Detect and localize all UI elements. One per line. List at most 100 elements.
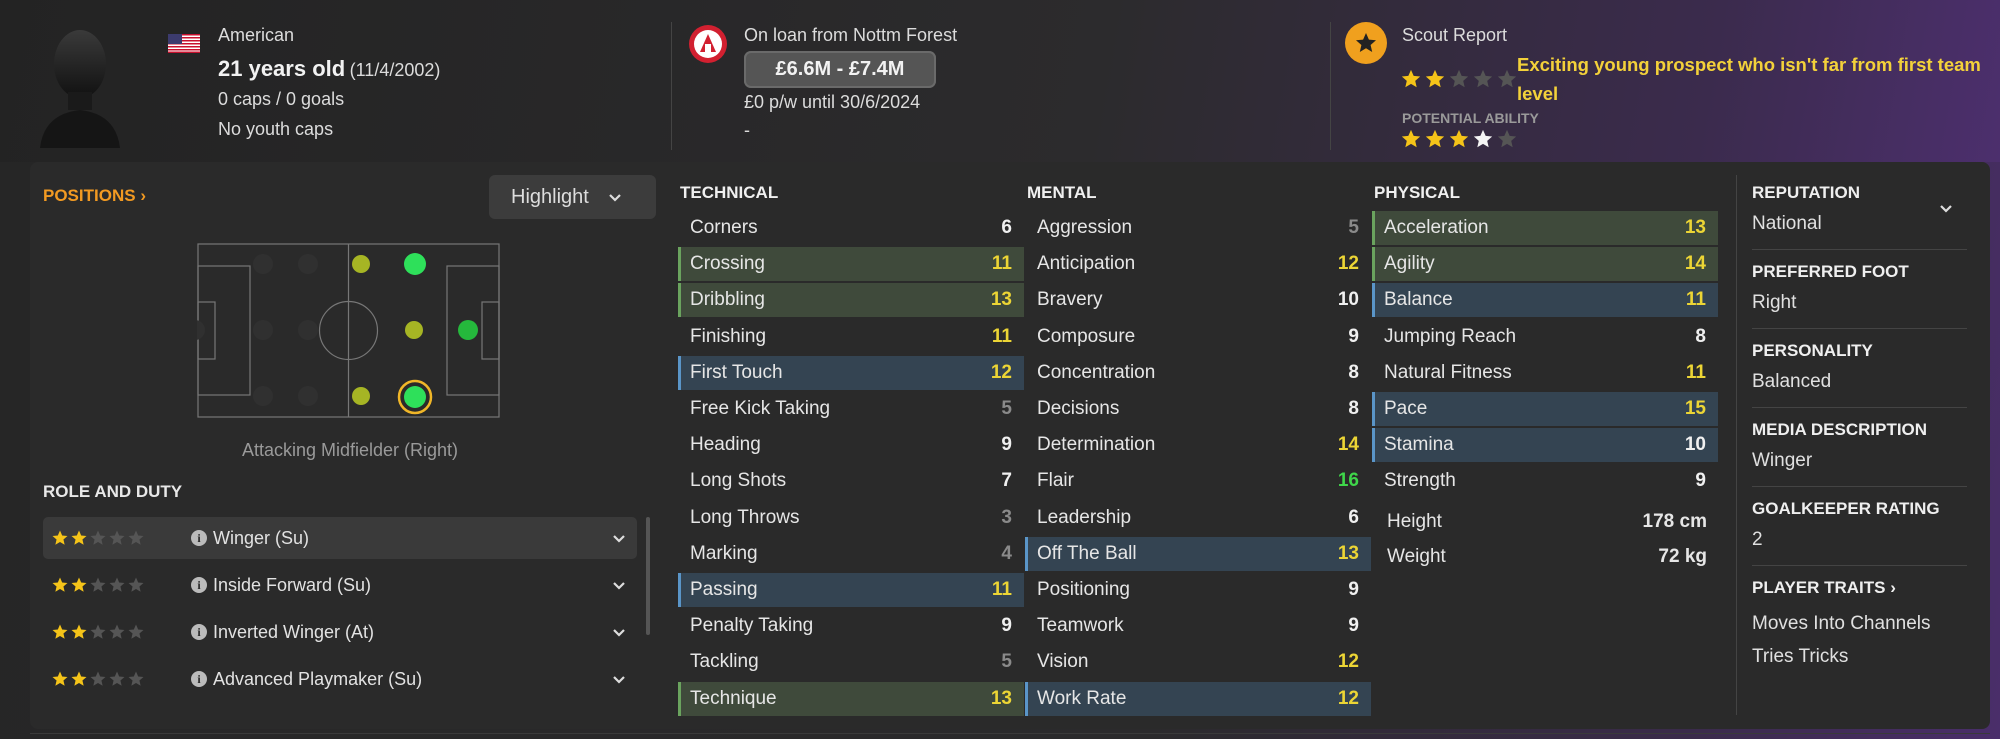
- attribute-row[interactable]: Flair 16: [1025, 464, 1371, 498]
- wage-contract: £0 p/w until 30/6/2024: [744, 92, 921, 112]
- attribute-row[interactable]: Natural Fitness 11: [1372, 356, 1718, 390]
- role-row[interactable]: i Inverted Winger (At): [43, 611, 637, 653]
- attribute-row[interactable]: Finishing 11: [678, 320, 1024, 354]
- attribute-row[interactable]: Marking 4: [678, 537, 1024, 571]
- attribute-name: Stamina: [1384, 434, 1454, 456]
- info-icon[interactable]: i: [191, 530, 207, 546]
- attribute-row[interactable]: Composure 9: [1025, 320, 1371, 354]
- attribute-row[interactable]: Positioning 9: [1025, 573, 1371, 607]
- attribute-row[interactable]: Off The Ball 13: [1025, 536, 1371, 571]
- role-name: Advanced Playmaker (Su): [213, 668, 423, 689]
- role-row[interactable]: i Winger (Su): [43, 517, 637, 559]
- highlight-dropdown[interactable]: Highlight: [489, 175, 656, 219]
- attribute-row[interactable]: Free Kick Taking 5: [678, 392, 1024, 426]
- attribute-row[interactable]: Long Shots 7: [678, 464, 1024, 498]
- scout-report-title[interactable]: Scout Report: [1402, 25, 1507, 46]
- attribute-row[interactable]: Dribbling 13: [678, 283, 1024, 318]
- attribute-value: 9: [1001, 615, 1012, 637]
- attribute-name: Dribbling: [690, 289, 765, 311]
- attribute-row[interactable]: Anticipation 12: [1025, 247, 1371, 281]
- attribute-row[interactable]: Agility 14: [1372, 247, 1718, 282]
- chevron-down-icon[interactable]: [1938, 200, 1954, 216]
- divider: [1752, 249, 1967, 250]
- weight-value: 72 kg: [1658, 546, 1707, 567]
- attribute-name: Vision: [1037, 651, 1089, 673]
- divider: [1752, 486, 1967, 487]
- attribute-row[interactable]: Tackling 5: [678, 645, 1024, 679]
- attribute-row[interactable]: Aggression 5: [1025, 211, 1371, 245]
- attribute-row[interactable]: Stamina 10: [1372, 428, 1718, 463]
- star-icon: [1401, 129, 1421, 148]
- attribute-row[interactable]: Pace 15: [1372, 392, 1718, 426]
- attribute-name: Long Shots: [690, 470, 787, 492]
- trait-item: Moves Into Channels: [1752, 613, 1931, 634]
- attribute-row[interactable]: Concentration 8: [1025, 356, 1371, 390]
- chevron-down-icon[interactable]: [611, 530, 627, 546]
- loan-status: On loan from Nottm Forest: [744, 25, 958, 45]
- attribute-value: 5: [1001, 651, 1012, 673]
- chevron-down-icon[interactable]: [611, 671, 627, 687]
- star-icon: [90, 577, 106, 592]
- attribute-name: Positioning: [1037, 579, 1130, 600]
- star-icon: [71, 530, 87, 545]
- star-icon: [52, 624, 68, 639]
- attribute-row[interactable]: Heading 9: [678, 428, 1024, 462]
- attribute-name: Strength: [1384, 470, 1456, 492]
- attribute-row[interactable]: Penalty Taking 9: [678, 609, 1024, 643]
- goalkeeper-rating-value: 2: [1752, 529, 1763, 550]
- role-scrollbar[interactable]: [646, 517, 650, 635]
- star-icon: [52, 671, 68, 686]
- divider: [1752, 565, 1967, 566]
- positions-link[interactable]: POSITIONS ›: [43, 186, 146, 206]
- attribute-name: Work Rate: [1037, 687, 1127, 709]
- attribute-row[interactable]: Passing 11: [678, 573, 1024, 607]
- attribute-value: 3: [1001, 506, 1012, 528]
- attribute-row[interactable]: Long Throws 3: [678, 501, 1024, 535]
- attribute-row[interactable]: Vision 12: [1025, 645, 1371, 679]
- attribute-row[interactable]: Leadership 6: [1025, 501, 1371, 535]
- attribute-name: Marking: [690, 542, 758, 564]
- star-icon: [1497, 69, 1517, 88]
- chevron-down-icon[interactable]: [611, 577, 627, 593]
- role-row[interactable]: i Advanced Playmaker (Su): [43, 658, 637, 700]
- star-icon: [90, 624, 106, 639]
- chevron-down-icon[interactable]: [611, 624, 627, 640]
- attribute-row[interactable]: Acceleration 13: [1372, 211, 1718, 245]
- potential-ability-stars: [1400, 128, 1518, 150]
- sidebar-divider: [1736, 175, 1737, 715]
- attribute-value: 13: [1684, 217, 1706, 238]
- attribute-row[interactable]: First Touch 12: [678, 355, 1024, 390]
- star-icon: [1473, 69, 1493, 88]
- attribute-name: Natural Fitness: [1384, 361, 1512, 383]
- attribute-row[interactable]: Determination 14: [1025, 428, 1371, 462]
- role-row[interactable]: i Inside Forward (Su): [43, 564, 637, 606]
- attribute-value: 13: [990, 687, 1012, 709]
- star-icon: [71, 577, 87, 592]
- attribute-row[interactable]: Bravery 10: [1025, 283, 1371, 317]
- player-traits-link[interactable]: PLAYER TRAITS ›: [1752, 578, 1896, 598]
- attribute-row[interactable]: Technique 13: [678, 681, 1024, 716]
- info-icon[interactable]: i: [191, 577, 207, 593]
- attribute-name: Concentration: [1037, 361, 1156, 383]
- info-icon[interactable]: i: [191, 624, 207, 640]
- attribute-row[interactable]: Work Rate 12: [1025, 681, 1371, 716]
- position-pitch[interactable]: [197, 243, 500, 418]
- attribute-row[interactable]: Teamwork 9: [1025, 609, 1371, 643]
- attribute-row[interactable]: Strength 9: [1372, 464, 1718, 498]
- transfer-value-badge[interactable]: £6.6M - £7.4M: [744, 51, 936, 88]
- info-icon[interactable]: i: [191, 671, 207, 687]
- attribute-row[interactable]: Jumping Reach 8: [1372, 320, 1718, 354]
- attribute-row[interactable]: Decisions 8: [1025, 392, 1371, 426]
- nationality: American: [218, 25, 295, 45]
- attribute-row[interactable]: Corners 6: [678, 211, 1024, 245]
- club-badge-icon[interactable]: [688, 22, 728, 66]
- attribute-row[interactable]: Crossing 11: [678, 247, 1024, 282]
- star-icon: [109, 577, 125, 592]
- youth-caps: No youth caps: [218, 119, 334, 139]
- attribute-name: Teamwork: [1037, 615, 1124, 637]
- attribute-row[interactable]: Balance 11: [1372, 283, 1718, 318]
- preferred-foot-value: Right: [1752, 292, 1797, 313]
- current-ability-stars: [1400, 68, 1518, 90]
- star-icon: [1497, 129, 1517, 148]
- personality-value: Balanced: [1752, 371, 1832, 392]
